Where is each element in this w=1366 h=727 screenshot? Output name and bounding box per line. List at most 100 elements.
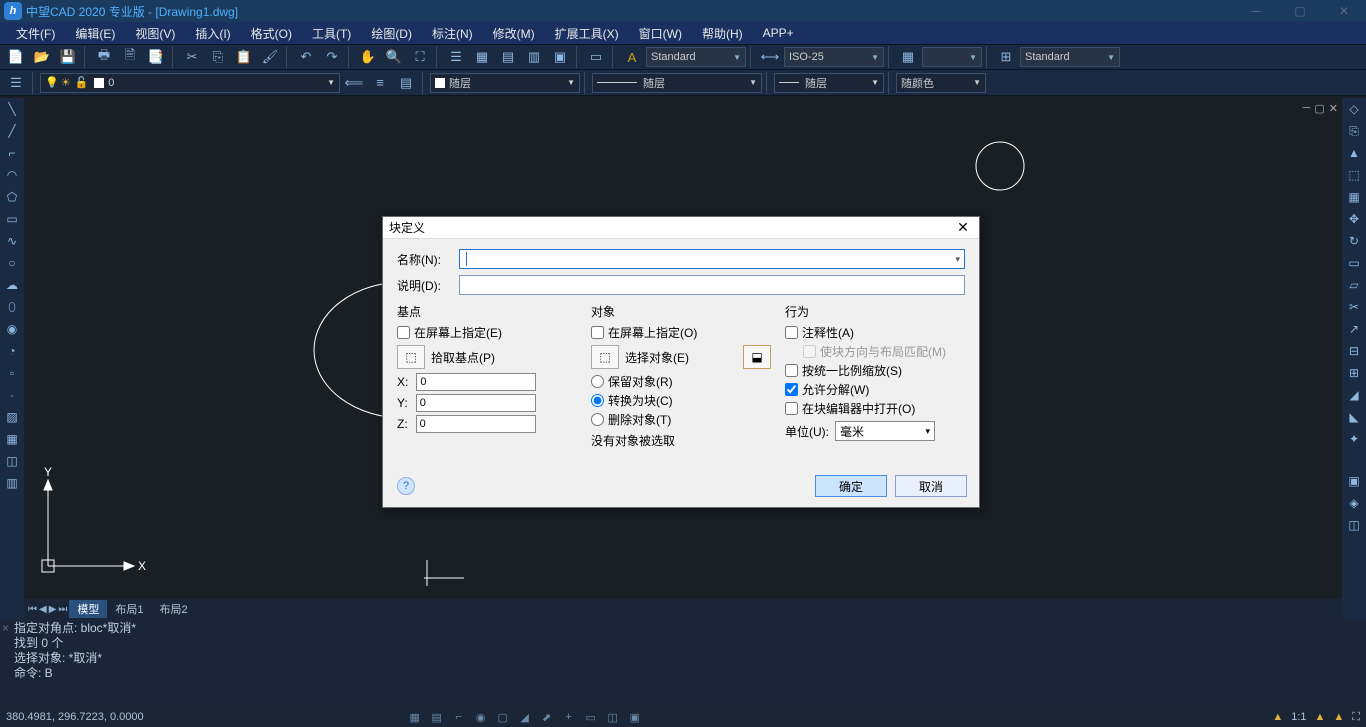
- command-panel[interactable]: × 指定对角点: bloc*取消* 找到 0 个 选择对象: *取消* 命令: …: [0, 619, 1366, 707]
- otrack-icon[interactable]: ◢: [514, 708, 536, 726]
- annotative-checkbox[interactable]: [785, 326, 798, 339]
- menu-tools[interactable]: 工具(T): [302, 22, 361, 44]
- mirror-icon[interactable]: ▲: [1343, 142, 1365, 164]
- unit-dropdown[interactable]: 毫米▾: [835, 421, 935, 441]
- menu-file[interactable]: 文件(F): [6, 22, 65, 44]
- menu-modify[interactable]: 修改(M): [483, 22, 545, 44]
- osnap-icon[interactable]: ▢: [492, 708, 514, 726]
- new-icon[interactable]: 📄: [4, 46, 28, 68]
- convert-radio[interactable]: [591, 394, 604, 407]
- block-icon[interactable]: ▫: [1, 362, 23, 384]
- erase-icon[interactable]: ◇: [1343, 98, 1365, 120]
- table-style2-icon[interactable]: ⊞: [994, 46, 1018, 68]
- circle-icon[interactable]: ○: [1, 252, 23, 274]
- tab-next-icon[interactable]: ▶: [49, 604, 57, 615]
- color-dropdown[interactable]: 随层▼: [430, 73, 580, 93]
- menu-window[interactable]: 窗口(W): [629, 22, 692, 44]
- ellipse-icon[interactable]: ⬯: [1, 296, 23, 318]
- quickselect-button[interactable]: ⬓: [743, 345, 771, 369]
- trim-icon[interactable]: ✂: [1343, 296, 1365, 318]
- desc-input[interactable]: [459, 275, 965, 295]
- menu-draw[interactable]: 绘图(D): [361, 22, 422, 44]
- help-icon[interactable]: ?: [397, 477, 415, 495]
- layer-dropdown[interactable]: 💡 ☀ 🔓 0 ▼: [40, 73, 340, 93]
- tab-layout2[interactable]: 布局2: [152, 600, 196, 618]
- delete-radio[interactable]: [591, 413, 604, 426]
- zoom-extents-icon[interactable]: ⛶: [408, 46, 432, 68]
- tab-last-icon[interactable]: ⏭: [58, 604, 67, 615]
- z-input[interactable]: [416, 415, 536, 433]
- name-combobox[interactable]: ▾: [459, 249, 965, 269]
- text-style-dropdown[interactable]: Standard▼: [646, 47, 746, 67]
- move-icon[interactable]: ✥: [1343, 208, 1365, 230]
- point-icon[interactable]: ·: [1, 384, 23, 406]
- tab-first-icon[interactable]: ⏮: [28, 604, 37, 615]
- props-icon[interactable]: ☰: [444, 46, 468, 68]
- break-icon[interactable]: ⊟: [1343, 340, 1365, 362]
- minimize-button[interactable]: ─: [1234, 0, 1278, 22]
- print-preview-icon[interactable]: 🗎: [118, 46, 142, 68]
- ok-button[interactable]: 确定: [815, 475, 887, 497]
- dyn-icon[interactable]: ⬈: [536, 708, 558, 726]
- uniform-scale-checkbox[interactable]: [785, 364, 798, 377]
- scale-icon[interactable]: ▭: [1343, 252, 1365, 274]
- menu-edit[interactable]: 编辑(E): [65, 22, 125, 44]
- donut-icon[interactable]: ◉: [1, 318, 23, 340]
- lwt-icon[interactable]: +: [558, 708, 580, 726]
- cycle-icon[interactable]: ▣: [624, 708, 646, 726]
- gradient-icon[interactable]: ▦: [1, 428, 23, 450]
- dim-style-icon[interactable]: ⟷: [758, 46, 782, 68]
- insert-block-icon[interactable]: ▣: [1343, 470, 1365, 492]
- array-icon[interactable]: ⬚: [1343, 164, 1365, 186]
- ray-icon[interactable]: ╱: [1, 120, 23, 142]
- annoscale3-icon[interactable]: ▲: [1333, 711, 1344, 723]
- revcloud-icon[interactable]: ☁: [1, 274, 23, 296]
- annoscale2-icon[interactable]: ▲: [1315, 711, 1326, 723]
- ortho-icon[interactable]: ⌐: [448, 708, 470, 726]
- dim-style-dropdown[interactable]: ISO-25▼: [784, 47, 884, 67]
- fillet-icon[interactable]: ◣: [1343, 406, 1365, 428]
- menu-app[interactable]: APP+: [753, 22, 804, 44]
- sc-icon[interactable]: ◫: [602, 708, 624, 726]
- cleanup-icon[interactable]: ▭: [584, 46, 608, 68]
- menu-help[interactable]: 帮助(H): [692, 22, 753, 44]
- annoscale-icon[interactable]: ▲: [1272, 711, 1283, 723]
- reference-icon[interactable]: ▣: [548, 46, 572, 68]
- hatch-icon[interactable]: ▨: [1, 406, 23, 428]
- grid-icon[interactable]: ▦: [404, 708, 426, 726]
- open-editor-checkbox[interactable]: [785, 402, 798, 415]
- redo-icon[interactable]: ↷: [320, 46, 344, 68]
- retain-radio[interactable]: [591, 375, 604, 388]
- tool-palette-icon[interactable]: ▥: [522, 46, 546, 68]
- partial-ellipse-icon[interactable]: ◔: [1, 340, 23, 362]
- line-icon[interactable]: ╲: [1, 98, 23, 120]
- table-style-icon[interactable]: ▦: [896, 46, 920, 68]
- design-center-icon[interactable]: ▤: [496, 46, 520, 68]
- tab-prev-icon[interactable]: ◀: [39, 604, 47, 615]
- scale-readout[interactable]: 1:1: [1291, 711, 1306, 723]
- y-input[interactable]: [416, 394, 536, 412]
- calc-icon[interactable]: ▦: [470, 46, 494, 68]
- basepoint-screen-checkbox[interactable]: [397, 326, 410, 339]
- table-style2-dropdown[interactable]: Standard▼: [1020, 47, 1120, 67]
- pick-basepoint-button[interactable]: ⬚: [397, 345, 425, 369]
- cancel-button[interactable]: 取消: [895, 475, 967, 497]
- fullscreen-icon[interactable]: ⛶: [1352, 711, 1360, 724]
- undo-icon[interactable]: ↶: [294, 46, 318, 68]
- snap-icon[interactable]: ▤: [426, 708, 448, 726]
- polyline-icon[interactable]: ⌐: [1, 142, 23, 164]
- layer-walk-icon[interactable]: ▤: [394, 72, 418, 94]
- tab-layout1[interactable]: 布局1: [107, 600, 151, 618]
- extend-icon[interactable]: ↗: [1343, 318, 1365, 340]
- join-icon[interactable]: ⊞: [1343, 362, 1365, 384]
- menu-ext[interactable]: 扩展工具(X): [545, 22, 629, 44]
- cmd-close-icon[interactable]: ×: [2, 621, 9, 636]
- stretch-icon[interactable]: ▱: [1343, 274, 1365, 296]
- table-icon[interactable]: ▥: [1, 472, 23, 494]
- qp-icon[interactable]: ▭: [580, 708, 602, 726]
- menu-format[interactable]: 格式(O): [241, 22, 302, 44]
- match-icon[interactable]: 🖌: [258, 46, 282, 68]
- menu-insert[interactable]: 插入(I): [185, 22, 240, 44]
- layer-prev-icon[interactable]: ⟸: [342, 72, 366, 94]
- objects-screen-checkbox[interactable]: [591, 326, 604, 339]
